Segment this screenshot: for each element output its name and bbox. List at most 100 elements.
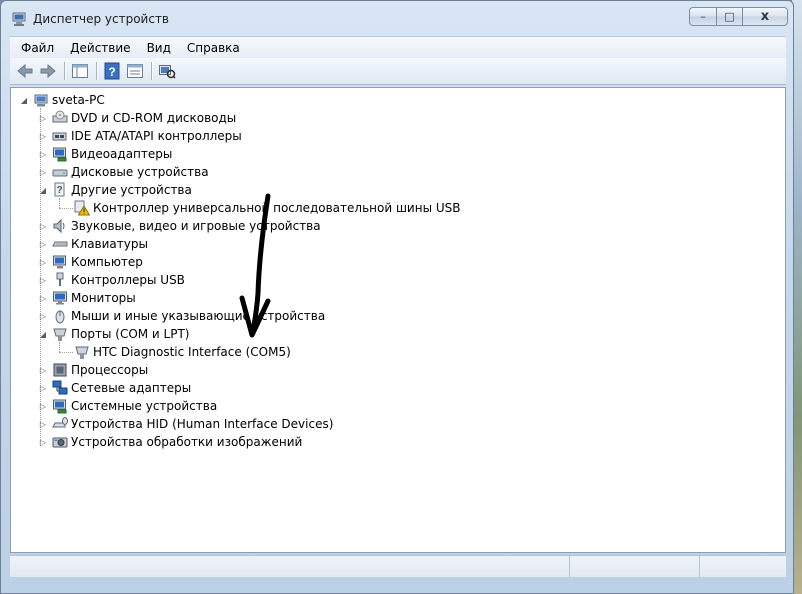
tree-item-ide[interactable]: ▷ IDE ATA/ATAPI контроллеры <box>38 127 242 145</box>
title-bar[interactable]: Диспетчер устройств – □ x <box>1 1 793 34</box>
expand-icon[interactable]: ▷ <box>38 275 48 285</box>
show-hide-console-tree-icon <box>72 64 88 78</box>
menu-help[interactable]: Справка <box>179 41 248 55</box>
dvd-drive-icon <box>52 110 68 123</box>
forward-icon <box>40 63 56 79</box>
tree-item-network[interactable]: ▷ Сетевые адаптеры <box>38 379 191 397</box>
show-hide-console-tree-button[interactable] <box>69 60 91 82</box>
tree-item-label: Звуковые, видео и игровые устройства <box>71 219 321 233</box>
scan-hardware-button[interactable] <box>156 60 178 82</box>
tree-item-computer[interactable]: ▷ Компьютер <box>38 253 143 271</box>
minimize-icon: – <box>700 10 706 23</box>
tree-connector <box>59 352 73 353</box>
tree-connector <box>59 198 60 208</box>
tree-item-ports[interactable]: ◢ Порты (COM и LPT) <box>38 325 189 343</box>
toolbar-separator <box>64 62 65 80</box>
keyboard-icon <box>52 241 68 247</box>
properties-icon <box>127 64 143 78</box>
device-tree-pane[interactable]: ◢ sveta-PC ▷ DVD и CD-ROM дисководы ▷ ID… <box>10 87 786 553</box>
collapse-icon[interactable]: ◢ <box>19 95 29 105</box>
tree-item-usb-controllers[interactable]: ▷ Контроллеры USB <box>38 271 185 289</box>
expand-icon[interactable]: ▷ <box>38 401 48 411</box>
close-button[interactable]: x <box>742 7 788 26</box>
imaging-icon <box>52 437 68 448</box>
network-adapter-icon <box>52 380 68 395</box>
menu-view[interactable]: Вид <box>139 41 179 55</box>
window-title: Диспетчер устройств <box>33 12 170 26</box>
toolbar: ? <box>10 58 786 85</box>
expand-icon[interactable]: ▷ <box>38 113 48 123</box>
tree-item-sound[interactable]: ▷ Звуковые, видео и игровые устройства <box>38 217 321 235</box>
tree-item-imaging[interactable]: ▷ Устройства обработки изображений <box>38 433 302 451</box>
expand-icon[interactable]: ▷ <box>38 293 48 303</box>
expand-icon[interactable]: ▷ <box>38 437 48 447</box>
collapse-icon[interactable]: ◢ <box>38 185 48 195</box>
tree-item-label: Контроллеры USB <box>71 273 185 287</box>
status-segment <box>570 556 700 577</box>
expand-icon[interactable]: ▷ <box>38 167 48 177</box>
tree-item-label: HTC Diagnostic Interface (COM5) <box>93 345 291 359</box>
monitor-icon <box>53 291 67 305</box>
expand-icon[interactable]: ▷ <box>38 149 48 159</box>
minimize-button[interactable]: – <box>689 7 716 26</box>
expand-icon[interactable]: ▷ <box>38 131 48 141</box>
maximize-icon: □ <box>724 10 735 23</box>
tree-root-node[interactable]: ◢ sveta-PC <box>19 91 105 109</box>
tree-item-label: DVD и CD-ROM дисководы <box>71 111 237 125</box>
tree-item-disk[interactable]: ▷ Дисковые устройства <box>38 163 209 181</box>
disk-drive-icon <box>52 169 68 177</box>
menu-file[interactable]: Файл <box>13 41 62 55</box>
expand-icon[interactable]: ▷ <box>38 257 48 267</box>
maximize-button[interactable]: □ <box>716 7 742 26</box>
expand-icon[interactable]: ▷ <box>38 383 48 393</box>
status-segment <box>700 556 786 577</box>
back-button[interactable] <box>14 60 36 82</box>
tree-item-usb-controller-unknown[interactable]: Контроллер универсальной последовательно… <box>74 199 461 217</box>
collapse-icon[interactable]: ◢ <box>38 329 48 339</box>
device-manager-window: Диспетчер устройств – □ x Файл Действие … <box>0 0 794 594</box>
computer-icon <box>34 94 48 107</box>
tree-item-label: Мониторы <box>71 291 136 305</box>
tree-item-monitors[interactable]: ▷ Мониторы <box>38 289 136 307</box>
processor-icon <box>53 363 67 377</box>
tree-item-other-devices[interactable]: ◢ ? Другие устройства <box>38 181 192 199</box>
tree-item-label: Устройства HID (Human Interface Devices) <box>71 417 334 431</box>
toolbar-separator <box>96 62 97 80</box>
port-device-icon <box>75 346 89 359</box>
tree-item-dvd[interactable]: ▷ DVD и CD-ROM дисководы <box>38 109 236 127</box>
tree-item-label: Дисковые устройства <box>71 165 209 179</box>
ide-controller-icon <box>52 132 67 141</box>
tree-item-label: Видеоадаптеры <box>71 147 173 161</box>
port-icon <box>53 328 67 341</box>
tree-item-label: Порты (COM и LPT) <box>71 327 190 341</box>
warning-device-icon <box>74 200 90 216</box>
tree-item-system[interactable]: ▷ Системные устройства <box>38 397 217 415</box>
close-icon: x <box>760 9 770 24</box>
mouse-icon <box>55 310 65 324</box>
other-devices-icon: ? <box>54 182 65 197</box>
tree-item-processors[interactable]: ▷ Процессоры <box>38 361 148 379</box>
status-bar <box>10 555 786 577</box>
expand-icon[interactable]: ▷ <box>38 311 48 321</box>
tree-item-label: Устройства обработки изображений <box>71 435 303 449</box>
expand-icon[interactable]: ▷ <box>38 419 48 429</box>
expand-icon[interactable]: ▷ <box>38 365 48 375</box>
expand-icon[interactable]: ▷ <box>38 239 48 249</box>
properties-button[interactable] <box>124 60 146 82</box>
menu-action[interactable]: Действие <box>62 41 138 55</box>
forward-button[interactable] <box>37 60 59 82</box>
tree-item-keyboards[interactable]: ▷ Клавиатуры <box>38 235 148 253</box>
menu-bar: Файл Действие Вид Справка <box>10 36 786 58</box>
sound-icon <box>53 218 65 234</box>
expand-icon[interactable]: ▷ <box>38 221 48 231</box>
tree-item-htc-diagnostic[interactable]: HTC Diagnostic Interface (COM5) <box>74 343 291 361</box>
tree-item-mice[interactable]: ▷ Мыши и иные указывающие устройства <box>38 307 325 325</box>
tree-item-label: Клавиатуры <box>71 237 148 251</box>
usb-icon <box>56 272 64 286</box>
tree-item-label: Другие устройства <box>71 183 192 197</box>
tree-item-hid[interactable]: ▷ Устройства HID (Human Interface Device… <box>38 415 333 433</box>
svg-text:?: ? <box>108 65 115 79</box>
help-button[interactable]: ? <box>101 60 123 82</box>
scan-hardware-icon <box>159 65 176 79</box>
tree-item-video[interactable]: ▷ Видеоадаптеры <box>38 145 172 163</box>
